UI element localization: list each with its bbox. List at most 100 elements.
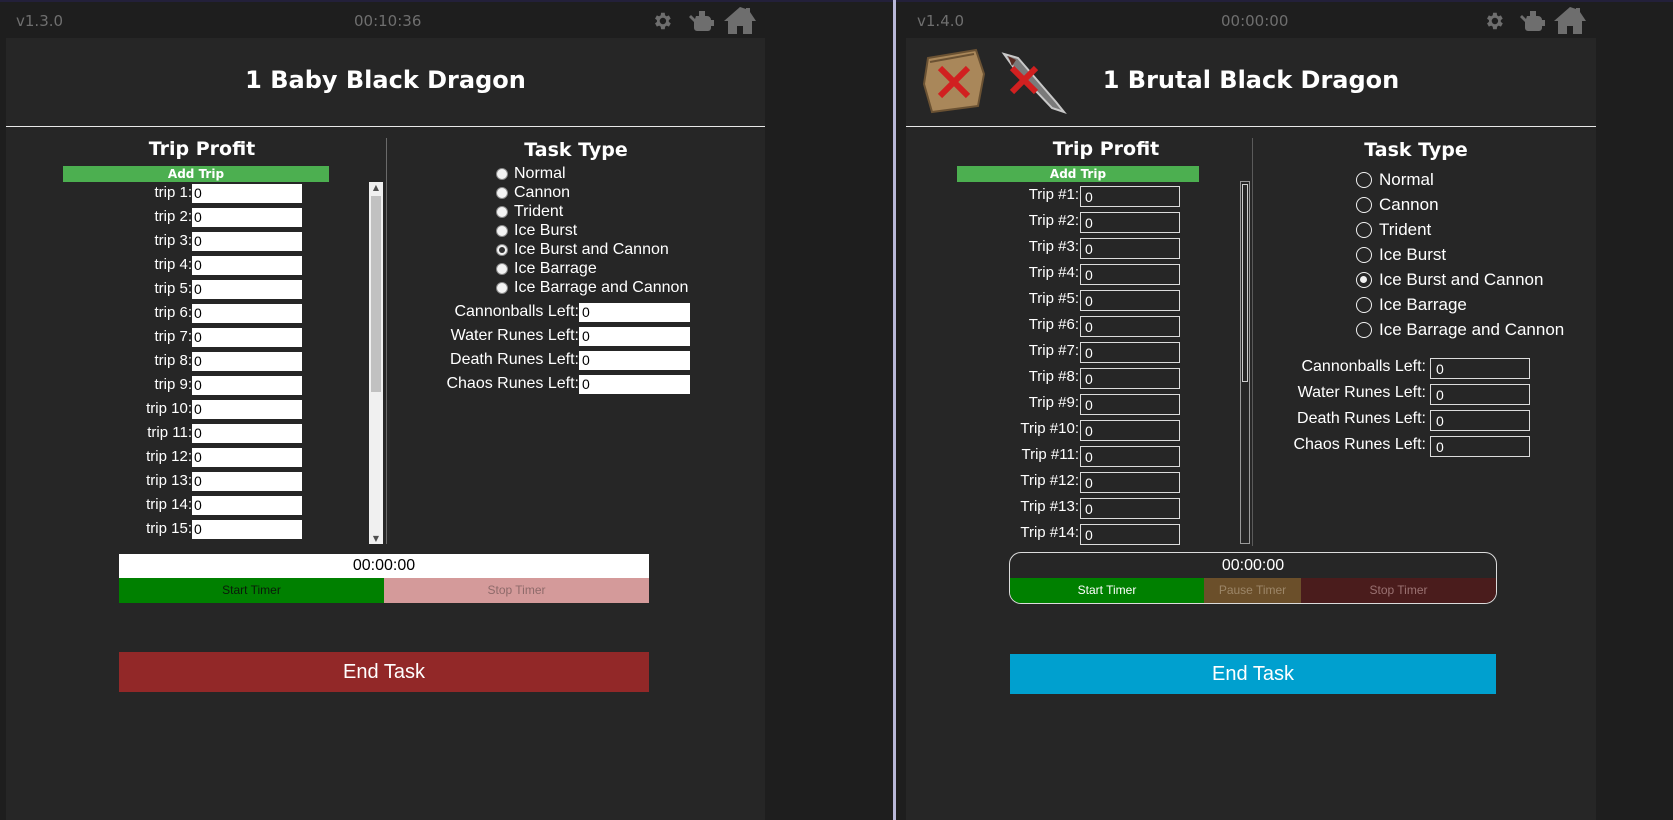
trip-input[interactable]: 0	[1080, 316, 1180, 337]
radio-label: Cannon	[514, 184, 571, 201]
resource-input[interactable]: 0	[579, 327, 690, 346]
trip-input[interactable]: 0	[192, 184, 302, 203]
radio-button[interactable]	[1356, 197, 1372, 213]
trip-input[interactable]: 0	[1080, 472, 1180, 493]
trip-row: trip 7: 0	[6, 328, 366, 350]
trip-row: trip 13: 0	[6, 472, 366, 494]
radio-label: Trident	[514, 203, 564, 220]
add-trip-button[interactable]: Add Trip	[63, 166, 329, 182]
trip-input[interactable]: 0	[192, 352, 302, 371]
trip-input[interactable]: 0	[1080, 420, 1180, 441]
resource-label: Cannonballs Left:	[1301, 358, 1426, 375]
watering-can-icon[interactable]	[687, 8, 715, 38]
trip-input[interactable]: 0	[192, 232, 302, 251]
radio-button[interactable]	[1356, 172, 1372, 188]
trip-input[interactable]: 0	[1080, 498, 1180, 519]
trip-profit-heading: Trip Profit	[148, 138, 256, 160]
end-task-button[interactable]: End Task	[119, 652, 649, 692]
radio-button[interactable]	[496, 263, 508, 275]
trip-label: trip 13:	[146, 472, 192, 489]
trip-row: trip 3: 0	[6, 232, 366, 254]
trip-label: trip 8:	[154, 352, 192, 369]
radio-button[interactable]	[1356, 297, 1372, 313]
radio-button[interactable]	[496, 168, 508, 180]
radio-button[interactable]	[496, 187, 508, 199]
trip-input[interactable]: 0	[1080, 394, 1180, 415]
radio-label: Cannon	[1379, 195, 1439, 214]
radio-button[interactable]	[1356, 222, 1372, 238]
trip-input[interactable]: 0	[1080, 446, 1180, 467]
radio-button[interactable]	[496, 206, 508, 218]
right-app-panel: v1.4.0 00:00:00 1 Brutal Black Dragon Tr…	[896, 2, 1673, 820]
radio-button[interactable]	[1356, 247, 1372, 263]
trip-label: Trip #1:	[1028, 186, 1079, 203]
start-timer-button[interactable]: Start Timer	[119, 578, 384, 603]
trip-label: trip 15:	[146, 520, 192, 537]
task-timer-display: 00:00:00	[119, 554, 649, 578]
start-timer-button[interactable]: Start Timer	[1010, 578, 1204, 603]
trip-label: Trip #7:	[1028, 342, 1079, 359]
scroll-up-icon[interactable]: ▲	[369, 183, 383, 192]
resource-input[interactable]: 0	[1430, 410, 1530, 431]
trip-input[interactable]: 0	[192, 400, 302, 419]
add-trip-button[interactable]: Add Trip	[957, 166, 1199, 182]
radio-button-selected[interactable]	[1356, 272, 1372, 288]
trip-input[interactable]: 0	[192, 256, 302, 275]
trip-row: trip 14: 0	[6, 496, 366, 518]
trip-row: trip 4: 0	[6, 256, 366, 278]
radio-button[interactable]	[1356, 322, 1372, 338]
scroll-down-icon[interactable]: ▼	[369, 534, 383, 543]
resource-input[interactable]: 0	[1430, 436, 1530, 457]
trip-input[interactable]: 0	[1080, 212, 1180, 233]
trip-input[interactable]: 0	[1080, 264, 1180, 285]
title-divider	[906, 126, 1596, 127]
trip-input[interactable]: 0	[192, 496, 302, 515]
end-task-button[interactable]: End Task	[1010, 654, 1496, 694]
scrollbar-thumb[interactable]	[1242, 184, 1248, 382]
trip-input[interactable]: 0	[192, 472, 302, 491]
trip-row: trip 5: 0	[6, 280, 366, 302]
trip-input[interactable]: 0	[192, 280, 302, 299]
radio-button[interactable]	[496, 282, 508, 294]
home-icon[interactable]	[722, 5, 758, 39]
trip-list-scrollbar[interactable]	[1240, 181, 1250, 544]
resource-input[interactable]: 0	[579, 303, 690, 322]
resource-label: Chaos Runes Left:	[1293, 436, 1426, 453]
trip-list: Trip #1: 0 Trip #2: 0 Trip #3: 0 Trip #4…	[906, 186, 1246, 584]
trip-input[interactable]: 0	[192, 376, 302, 395]
radio-button-selected[interactable]	[496, 244, 508, 256]
task-timer-display: 00:00:00	[1221, 557, 1285, 574]
pause-timer-button[interactable]: Pause Timer	[1204, 578, 1301, 603]
trip-input[interactable]: 0	[192, 448, 302, 467]
trip-label: Trip #12:	[1020, 472, 1079, 489]
trip-input[interactable]: 0	[1080, 368, 1180, 389]
watering-can-icon[interactable]	[1518, 8, 1546, 38]
trip-input[interactable]: 0	[1080, 524, 1180, 545]
home-icon[interactable]	[1552, 5, 1588, 39]
resource-input[interactable]: 0	[1430, 358, 1530, 379]
trip-input[interactable]: 0	[1080, 186, 1180, 207]
settings-gear-icon[interactable]	[1483, 10, 1505, 36]
trip-input[interactable]: 0	[192, 424, 302, 443]
radio-label: Ice Burst and Cannon	[514, 241, 669, 258]
trip-input[interactable]: 0	[192, 208, 302, 227]
radio-button[interactable]	[496, 225, 508, 237]
trip-input[interactable]: 0	[192, 304, 302, 323]
trip-row: trip 8: 0	[6, 352, 366, 374]
trip-input[interactable]: 0	[192, 328, 302, 347]
stop-timer-button[interactable]: Stop Timer	[1301, 578, 1496, 603]
trip-input[interactable]: 0	[1080, 238, 1180, 259]
resource-input[interactable]: 0	[579, 351, 690, 370]
task-title: 1 Baby Black Dragon	[245, 66, 526, 94]
stop-timer-button[interactable]: Stop Timer	[384, 578, 649, 603]
settings-gear-icon[interactable]	[651, 10, 673, 36]
scrollbar-thumb[interactable]	[371, 196, 381, 392]
trip-input[interactable]: 0	[1080, 342, 1180, 363]
trip-input[interactable]: 0	[1080, 290, 1180, 311]
resource-input[interactable]: 0	[1430, 384, 1530, 405]
trip-input[interactable]: 0	[192, 520, 302, 539]
resource-input[interactable]: 0	[579, 375, 690, 394]
trip-list-scrollbar[interactable]: ▲ ▼	[369, 182, 383, 544]
resource-label: Chaos Runes Left:	[446, 375, 579, 392]
trip-label: trip 4:	[154, 256, 192, 273]
